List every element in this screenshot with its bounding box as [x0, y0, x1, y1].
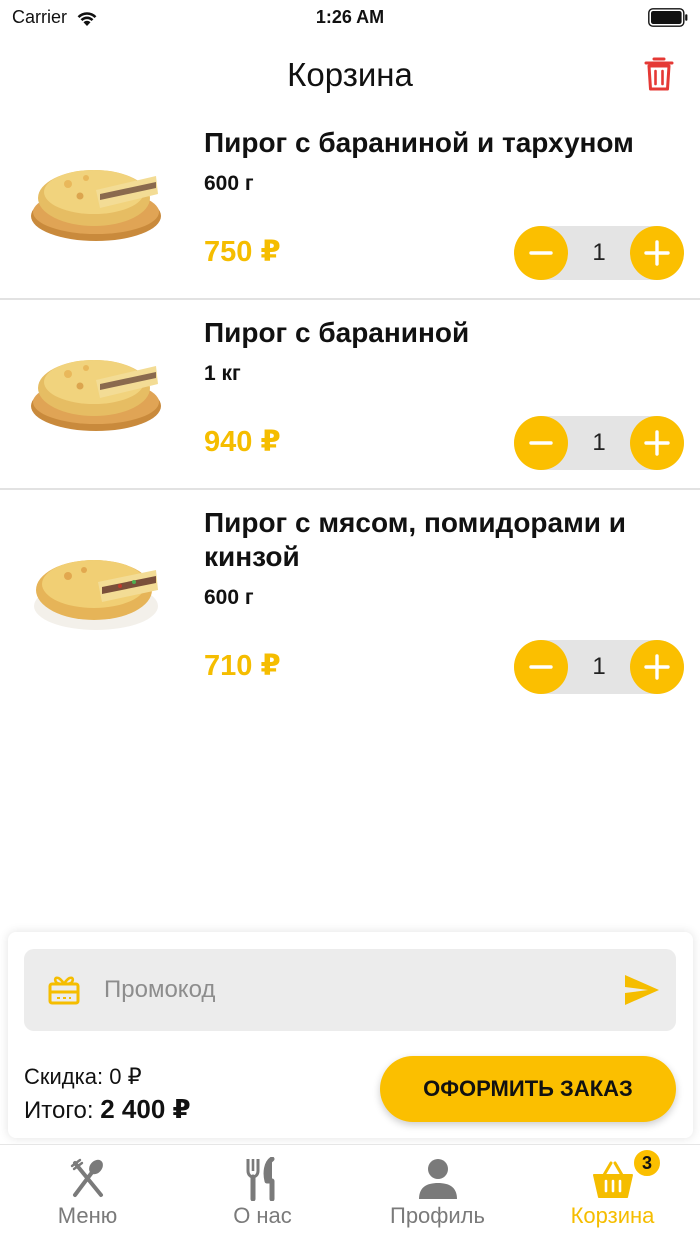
- minus-icon: [529, 441, 553, 445]
- pie-image: [31, 360, 161, 431]
- person-icon: [419, 1159, 457, 1199]
- increase-button[interactable]: [630, 640, 684, 694]
- item-weight: 600 г: [204, 172, 254, 195]
- discount-value: 0 ₽: [109, 1064, 142, 1089]
- total-label: Итого:: [24, 1097, 94, 1124]
- quantity-stepper: 1: [514, 640, 684, 694]
- checkout-button[interactable]: ОФОРМИТЬ ЗАКАЗ: [380, 1056, 676, 1122]
- cart-item: Пирог с бараниной и тархуном 600 г 750 ₽…: [0, 110, 700, 300]
- tab-menu[interactable]: Меню: [0, 1145, 175, 1244]
- status-time: 1:26 AM: [315, 7, 385, 27]
- minus-icon: [529, 665, 553, 669]
- page-title: Корзина: [287, 56, 413, 93]
- tab-label: Профиль: [390, 1203, 485, 1228]
- discount-label: Скидка:: [24, 1064, 104, 1089]
- item-name: Пирог с мясом, помидорами и кинзой: [204, 507, 627, 572]
- tab-label: Корзина: [570, 1203, 655, 1228]
- item-price: 710 ₽: [204, 650, 281, 682]
- tab-label: О нас: [233, 1203, 292, 1228]
- status-bar: Carrier 1:26 AM: [0, 0, 700, 36]
- quantity-stepper: 1: [514, 416, 684, 470]
- trash-icon[interactable]: [644, 56, 674, 92]
- cart-list: Пирог с бараниной и тархуном 600 г 750 ₽…: [0, 110, 700, 720]
- increase-button[interactable]: [630, 416, 684, 470]
- quantity-stepper: 1: [514, 226, 684, 280]
- send-icon[interactable]: [622, 971, 662, 1009]
- item-weight: 600 г: [204, 586, 254, 609]
- item-name: Пирог с бараниной: [204, 317, 470, 348]
- quantity-value: 1: [592, 239, 606, 266]
- cart-count-badge: 3: [632, 1148, 662, 1178]
- cart-item: Пирог с бараниной 1 кг 940 ₽ 1: [0, 300, 700, 490]
- item-price: 940 ₽: [204, 426, 281, 458]
- order-totals: Скидка: 0 ₽ Итого: 2 400 ₽: [24, 1064, 191, 1125]
- plus-icon: [644, 240, 670, 266]
- pie-image: [34, 560, 158, 630]
- plus-icon: [644, 654, 670, 680]
- gift-icon: [48, 976, 80, 1005]
- item-price: 750 ₽: [204, 236, 281, 268]
- discount-row: Скидка: 0 ₽: [24, 1064, 191, 1094]
- cutlery-icon: [246, 1157, 275, 1201]
- tab-about[interactable]: О нас: [175, 1145, 350, 1244]
- decrease-button[interactable]: [514, 226, 568, 280]
- quantity-value: 1: [592, 429, 606, 456]
- cart-item: Пирог с мясом, помидорами и кинзой 600 г…: [0, 490, 700, 720]
- tab-profile[interactable]: Профиль: [350, 1145, 525, 1244]
- item-name: Пирог с бараниной и тархуном: [204, 127, 634, 158]
- order-panel: Скидка: 0 ₽ Итого: 2 400 ₽ ОФОРМИТЬ ЗАКА…: [8, 932, 693, 1138]
- basket-icon: [593, 1161, 633, 1198]
- minus-icon: [529, 251, 553, 255]
- pie-image: [31, 170, 161, 241]
- total-value: 2 400 ₽: [100, 1094, 191, 1124]
- tab-label: Меню: [57, 1203, 118, 1228]
- tab-cart[interactable]: 3 Корзина: [525, 1145, 700, 1244]
- item-weight: 1 кг: [204, 362, 241, 385]
- header: Корзина: [0, 44, 700, 104]
- promo-input[interactable]: [104, 969, 584, 1011]
- battery-icon: [648, 8, 688, 27]
- decrease-button[interactable]: [514, 416, 568, 470]
- increase-button[interactable]: [630, 226, 684, 280]
- tab-bar: Меню О нас Профиль 3 Корзина: [0, 1144, 700, 1244]
- fork-spoon-icon: [70, 1158, 103, 1197]
- plus-icon: [644, 430, 670, 456]
- quantity-value: 1: [592, 653, 606, 680]
- decrease-button[interactable]: [514, 640, 568, 694]
- total-row: Итого: 2 400 ₽: [24, 1094, 191, 1125]
- promo-field: [24, 949, 676, 1031]
